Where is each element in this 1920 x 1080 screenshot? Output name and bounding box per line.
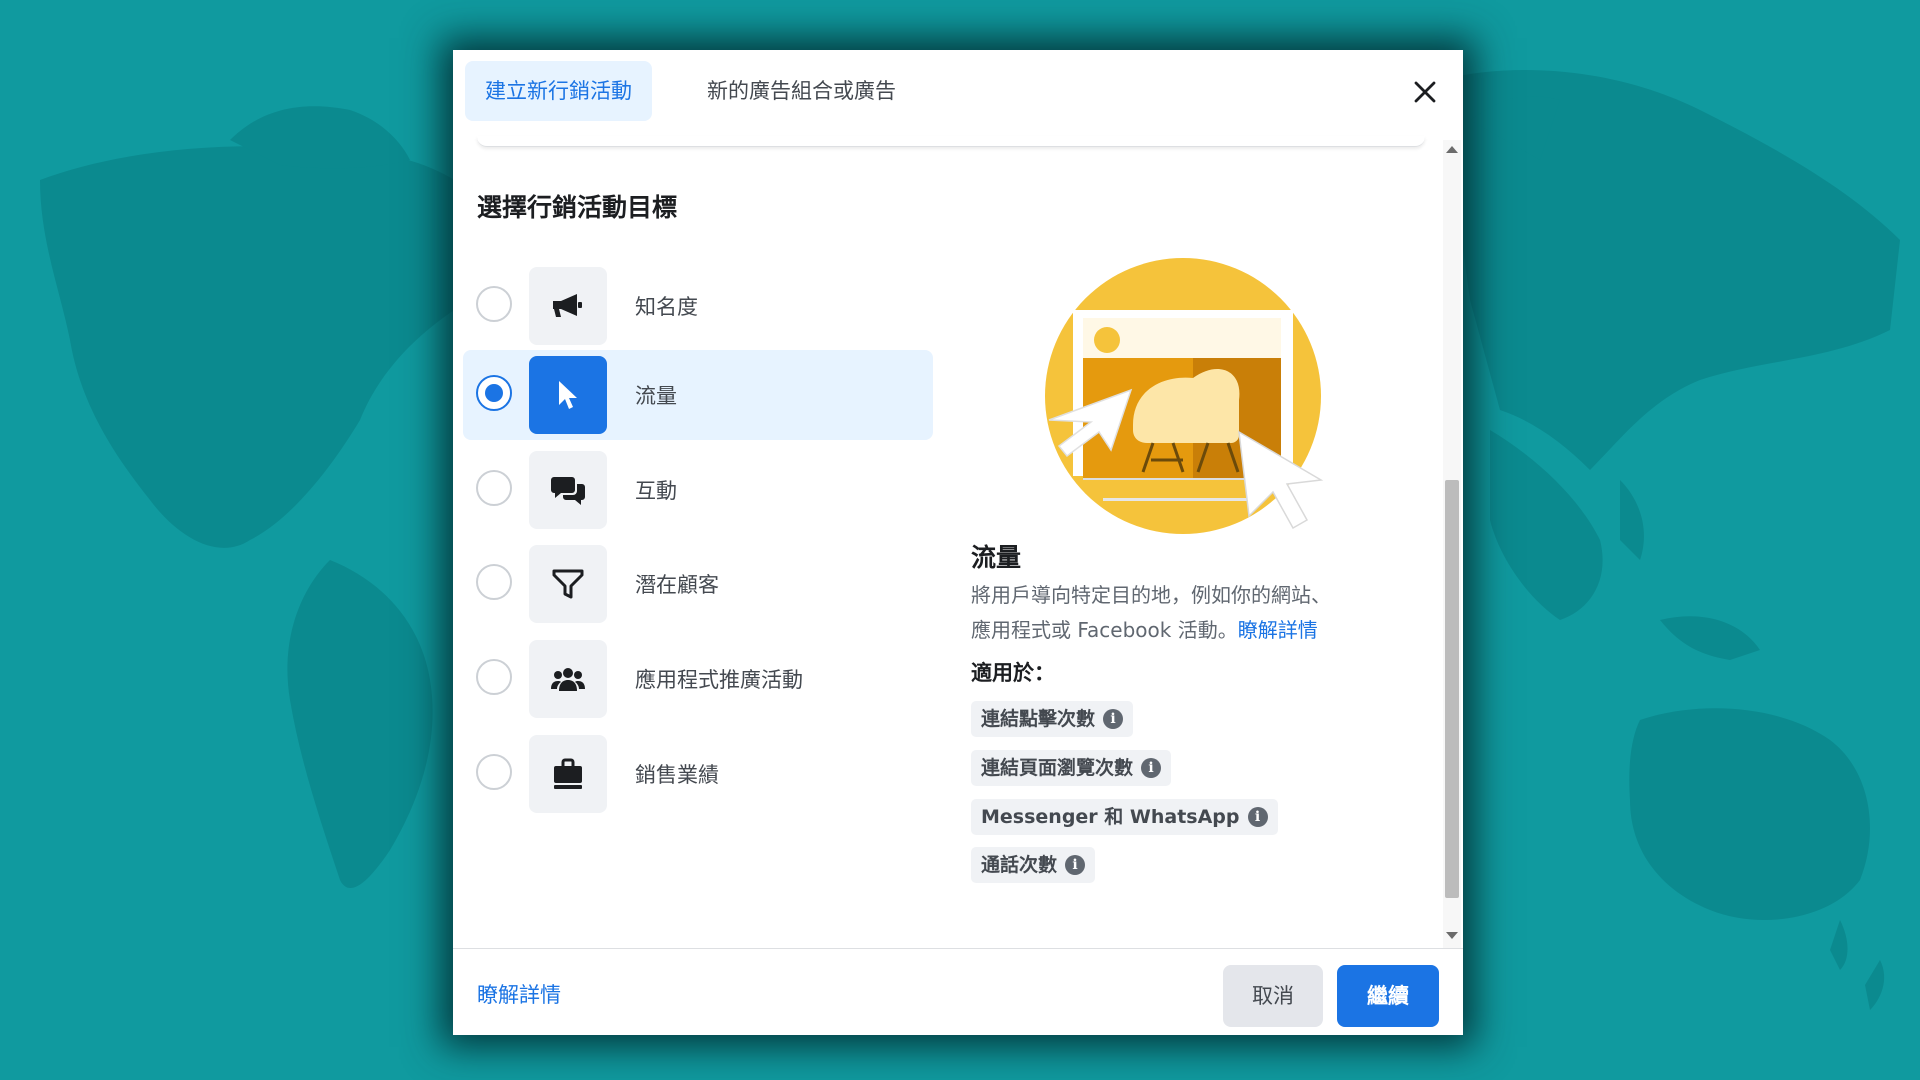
scrolled-content-edge [477,136,1425,147]
learn-more-inline-link[interactable]: 瞭解詳情 [1238,618,1318,642]
objective-icon-tile [529,735,607,813]
chip-landing-page-views: 連結頁面瀏覽次數 i [971,750,1172,786]
scroll-up-arrow[interactable] [1446,146,1458,153]
objective-label: 互動 [635,479,677,503]
applies-to-label: 適用於： [971,661,1055,685]
objective-label: 知名度 [635,295,698,319]
chat-bubbles-icon [551,477,585,505]
description-line-1: 將用戶導向特定目的地，例如你的網站、 [971,583,1331,607]
info-icon[interactable]: i [1141,758,1162,778]
objective-leads[interactable]: 潛在顧客 [463,539,933,629]
megaphone-icon [553,294,582,317]
chip-label: Messenger 和 WhatsApp [981,806,1240,828]
cancel-button[interactable]: 取消 [1223,965,1323,1027]
chip-label: 通話次數 [981,854,1058,876]
objective-sales[interactable]: 銷售業績 [463,729,933,819]
dialog-tabs: 建立新行銷活動 新的廣告組合或廣告 [453,50,1463,136]
objective-detail-description: 將用戶導向特定目的地，例如你的網站、 應用程式或 Facebook 活動。瞭解詳… [971,578,1411,648]
objective-radio[interactable] [476,375,512,411]
objective-radio[interactable] [476,470,512,506]
objective-icon-tile [529,356,607,434]
chip-calls: 通話次數 i [971,847,1096,883]
chip-link-clicks: 連結點擊次數 i [971,701,1134,737]
chip-messenger-whatsapp: Messenger 和 WhatsApp i [971,799,1278,835]
objective-label: 潛在顧客 [635,573,719,597]
objective-label: 流量 [635,384,677,408]
objective-icon-tile [529,640,607,718]
tab-new-campaign[interactable]: 建立新行銷活動 [465,61,652,121]
objective-icon-tile [529,545,607,623]
objective-radio[interactable] [476,286,512,322]
learn-more-link[interactable]: 瞭解詳情 [477,979,561,1009]
section-title: 選擇行銷活動目標 [477,193,678,222]
objective-icon-tile [529,267,607,345]
scrollbar-thumb[interactable] [1445,480,1459,898]
objective-awareness[interactable]: 知名度 [463,261,933,351]
info-icon[interactable]: i [1247,807,1268,827]
dialog-footer: 瞭解詳情 取消 繼續 [453,948,1463,1036]
objective-traffic[interactable]: 流量 [463,350,933,440]
scrollbar[interactable] [1443,140,1461,948]
info-icon[interactable]: i [1065,855,1086,875]
objective-label: 應用程式推廣活動 [635,668,803,692]
description-line-2-text: 應用程式或 Facebook 活動。 [971,618,1238,642]
objective-icon-tile [529,451,607,529]
shopping-bag-icon [554,758,582,789]
objective-radio[interactable] [476,659,512,695]
scroll-down-arrow[interactable] [1446,932,1458,939]
close-button[interactable] [1403,70,1447,114]
radio-selected-dot [485,384,503,402]
description-line-2: 應用程式或 Facebook 活動。瞭解詳情 [971,613,1411,648]
continue-button[interactable]: 繼續 [1337,965,1439,1027]
people-icon [551,668,585,691]
close-icon [1414,81,1436,103]
objective-app-promotion[interactable]: 應用程式推廣活動 [463,634,933,724]
traffic-illustration [1045,258,1324,534]
info-icon[interactable]: i [1103,709,1124,729]
chip-label: 連結點擊次數 [981,708,1096,730]
objective-radio[interactable] [476,754,512,790]
tab-new-adset-or-ad[interactable]: 新的廣告組合或廣告 [687,61,916,121]
objective-radio[interactable] [476,564,512,600]
objective-label: 銷售業績 [635,763,719,787]
create-campaign-dialog: 建立新行銷活動 新的廣告組合或廣告 選擇行銷活動目標 知名度 流量 互動 潛在顧… [453,50,1463,1035]
objective-engagement[interactable]: 互動 [463,445,933,535]
cursor-icon [559,381,577,409]
objective-detail-title: 流量 [971,543,1022,572]
chip-label: 連結頁面瀏覽次數 [981,757,1134,779]
funnel-icon [552,569,584,599]
